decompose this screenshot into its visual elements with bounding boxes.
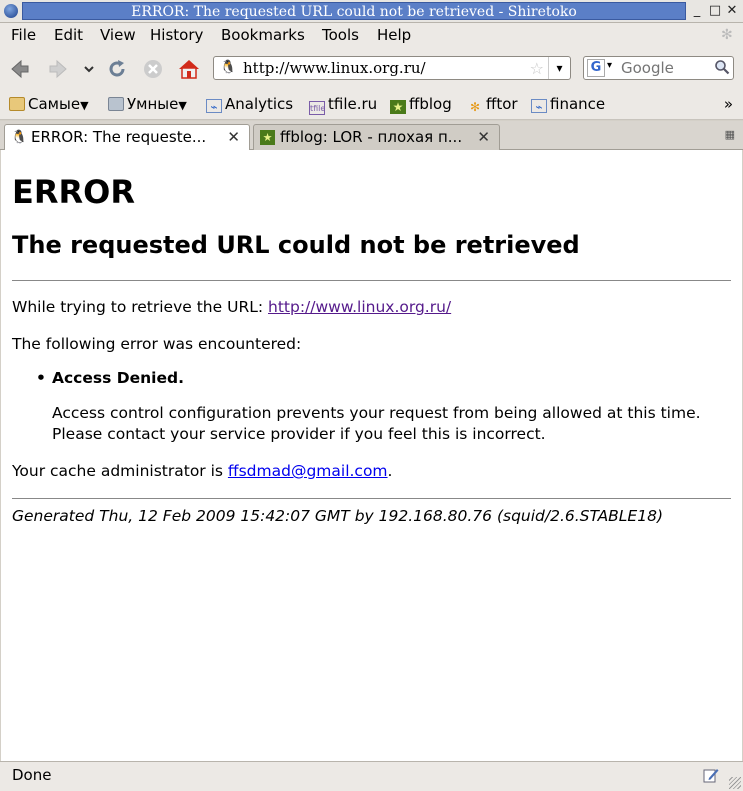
bookmark-ffblog[interactable]: ★ ffblog bbox=[390, 95, 452, 114]
chart-icon: ⌁ bbox=[531, 99, 547, 114]
menu-view[interactable]: View bbox=[100, 26, 136, 44]
retrieve-prefix: While trying to retrieve the URL: bbox=[12, 298, 268, 316]
menu-help[interactable]: Help bbox=[377, 26, 411, 44]
page-subheading: The requested URL could not be retrieved bbox=[12, 231, 580, 259]
bookmark-label: ffblog bbox=[409, 95, 452, 113]
close-tab-icon[interactable]: ✕ bbox=[227, 125, 240, 149]
admin-suffix: . bbox=[387, 462, 393, 480]
tab-label: ffblog: LOR - плохая п... bbox=[280, 128, 463, 146]
retrieve-url-link[interactable]: http://www.linux.org.ru/ bbox=[268, 298, 451, 316]
admin-prefix: Your cache administrator is bbox=[12, 462, 228, 480]
page-heading: ERROR bbox=[12, 173, 135, 211]
tab-label: ERROR: The requeste... bbox=[31, 128, 207, 146]
ffblog-icon: ★ bbox=[260, 130, 275, 145]
reload-icon[interactable] bbox=[105, 57, 129, 81]
menu-bar: File Edit View History Bookmarks Tools H… bbox=[0, 23, 743, 48]
search-engine-dropdown-icon[interactable]: ▾ bbox=[607, 60, 612, 71]
bookmark-fftor[interactable]: ✻ fftor bbox=[467, 95, 518, 114]
maximize-icon[interactable]: □ bbox=[708, 4, 722, 18]
error-intro: The following error was encountered: bbox=[12, 335, 302, 353]
error-item: Access Denied. bbox=[36, 369, 731, 387]
tab-strip: 🐧 ERROR: The requeste... ✕ ★ ffblog: LOR… bbox=[0, 121, 743, 151]
throbber-icon: ✻ bbox=[721, 27, 733, 43]
minimize-icon[interactable]: _ bbox=[690, 4, 704, 18]
bookmark-folder-umnye[interactable]: Умные▼ bbox=[108, 95, 187, 113]
stop-icon[interactable] bbox=[141, 57, 165, 81]
resize-grip[interactable] bbox=[729, 777, 741, 789]
url-bar[interactable]: 🐧 http://www.linux.org.ru/ ☆ ▾ bbox=[213, 56, 571, 80]
url-field[interactable]: http://www.linux.org.ru/ bbox=[243, 58, 426, 78]
edit-status-icon[interactable] bbox=[703, 767, 719, 787]
bookmark-label: Умные bbox=[127, 95, 179, 113]
fftor-icon: ✻ bbox=[469, 100, 481, 114]
retrieve-paragraph: While trying to retrieve the URL: http:/… bbox=[12, 297, 731, 318]
error-detail: Access control configuration prevents yo… bbox=[52, 404, 701, 443]
back-icon[interactable] bbox=[8, 57, 32, 81]
menu-history[interactable]: History bbox=[150, 26, 203, 44]
ffblog-icon: ★ bbox=[390, 100, 406, 114]
url-dropdown-icon[interactable]: ▾ bbox=[548, 57, 570, 79]
bookmark-label: fftor bbox=[486, 95, 518, 113]
menu-tools[interactable]: Tools bbox=[322, 26, 359, 44]
tab-ffblog[interactable]: ★ ffblog: LOR - плохая п... ✕ bbox=[253, 124, 500, 150]
window-title: ERROR: The requested URL could not be re… bbox=[22, 2, 686, 20]
admin-paragraph: Your cache administrator is ffsdmad@gmai… bbox=[12, 461, 731, 482]
bookmark-label: Самые bbox=[28, 95, 81, 113]
bookmark-finance[interactable]: ⌁ finance bbox=[531, 95, 606, 114]
bookmark-folder-samye[interactable]: Самые▼ bbox=[9, 95, 89, 113]
site-favicon-icon: 🐧 bbox=[220, 60, 237, 75]
divider bbox=[12, 280, 731, 281]
close-icon[interactable]: ✕ bbox=[725, 4, 739, 18]
bookmarks-toolbar: Самые▼ Умные▼ ⌁ Analytics tfile tfile.ru ★… bbox=[0, 90, 743, 120]
tab-error[interactable]: 🐧 ERROR: The requeste... ✕ bbox=[4, 124, 250, 151]
folder-icon bbox=[9, 97, 25, 111]
folder-icon bbox=[108, 97, 124, 111]
status-bar: Done bbox=[0, 761, 743, 791]
home-icon[interactable] bbox=[177, 57, 201, 81]
title-bar: ERROR: The requested URL could not be re… bbox=[0, 0, 743, 23]
bookmark-analytics[interactable]: ⌁ Analytics bbox=[206, 95, 294, 114]
chart-icon: ⌁ bbox=[206, 99, 222, 114]
bookmarks-overflow-icon[interactable]: » bbox=[724, 95, 733, 113]
navigation-toolbar: 🐧 http://www.linux.org.ru/ ☆ ▾ G ▾ bbox=[0, 48, 743, 90]
chevron-down-icon: ▼ bbox=[80, 99, 89, 112]
search-input[interactable] bbox=[621, 57, 709, 79]
menu-bookmarks[interactable]: Bookmarks bbox=[221, 26, 305, 44]
history-dropdown-icon[interactable] bbox=[77, 57, 101, 81]
bookmark-label: Analytics bbox=[225, 95, 294, 113]
app-icon[interactable] bbox=[4, 4, 18, 18]
divider bbox=[12, 498, 731, 499]
status-text: Done bbox=[12, 766, 52, 784]
admin-email-link[interactable]: ffsdmad@gmail.com bbox=[228, 462, 388, 480]
forward-icon[interactable] bbox=[46, 57, 70, 81]
search-engine-icon[interactable]: G bbox=[587, 59, 605, 77]
bookmark-star-icon[interactable]: ☆ bbox=[530, 59, 544, 78]
bookmark-tfile[interactable]: tfile tfile.ru bbox=[309, 95, 377, 115]
bookmark-label: tfile.ru bbox=[328, 95, 378, 113]
search-bar[interactable]: G ▾ bbox=[583, 56, 734, 80]
close-tab-icon[interactable]: ✕ bbox=[477, 125, 490, 149]
list-all-tabs-icon[interactable]: ▦ bbox=[725, 128, 735, 141]
chevron-down-icon: ▼ bbox=[178, 99, 187, 112]
menu-edit[interactable]: Edit bbox=[54, 26, 83, 44]
tfile-icon: tfile bbox=[309, 101, 325, 115]
site-favicon-icon: 🐧 bbox=[11, 130, 28, 145]
search-icon[interactable] bbox=[714, 59, 730, 79]
generated-footer: Generated Thu, 12 Feb 2009 15:42:07 GMT … bbox=[12, 507, 663, 525]
menu-file[interactable]: File bbox=[11, 26, 36, 44]
bookmark-label: finance bbox=[550, 95, 606, 113]
page-content: ERROR The requested URL could not be ret… bbox=[1, 150, 742, 761]
error-list: Access Denied. bbox=[36, 369, 731, 387]
